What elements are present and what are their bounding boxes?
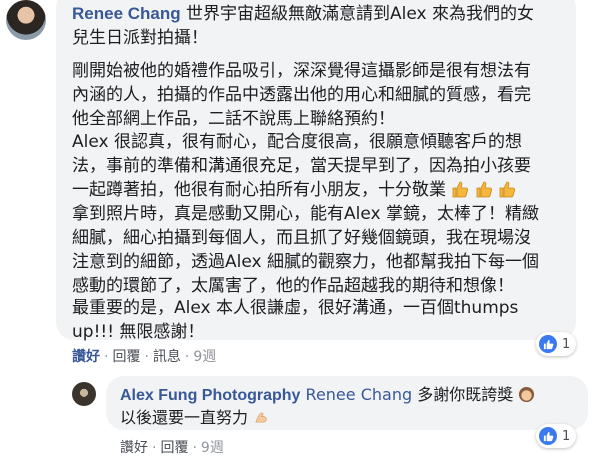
comment-paragraph: Renee Chang 世界宇宙超級無敵滿意請到Alex 來為我們的女 兒生日派… [72,4,535,48]
like-reaction-icon [539,335,557,353]
thumbs-up-emoji [451,180,474,200]
reaction-count[interactable]: 1 [536,332,577,356]
avatar[interactable] [6,0,46,40]
like-button[interactable]: 讚好 [72,349,100,365]
reply-text: Alex Fung Photography Renee Chang 多謝你既誇獎… [120,384,535,429]
flexed-biceps-emoji [253,408,270,427]
mention-link[interactable]: Renee Chang [306,385,413,404]
thumbs-up-emoji [498,180,516,200]
like-reaction-icon [539,427,557,445]
message-button[interactable]: 訊息 [153,349,181,365]
reaction-count[interactable]: 1 [536,424,577,448]
timestamp[interactable]: 9週 [193,349,216,365]
thumbs-up-emoji [475,180,498,200]
reply-button[interactable]: 回覆 [112,349,140,365]
comment-actions: 讚好 · 回覆 · 訊息 · 9週 [72,349,217,365]
comment-paragraph: Alex 很認真，很有耐心，配合度很高，很願意傾聽客戶的想 法，事前的準備和溝通… [72,132,531,200]
avatar[interactable] [72,382,96,406]
reply-actions: 讚好 · 回覆 · 9週 [120,440,224,456]
comment-paragraph: 拿到照片時，真是感動又開心，能有Alex 掌鏡，太棒了！精緻 細膩，細心拍攝到每… [72,204,539,296]
reply-author[interactable]: Alex Fung Photography [120,387,300,404]
comment-paragraph: 最重要的是，Alex 本人很謙虛，很好溝通，一百個thumps up!!! 無限… [72,298,519,342]
woman-emoji [518,385,535,404]
comment-paragraph: 剛開始被他的婚禮作品吸引，深深覺得這攝影師是很有想法有 內涵的人，拍攝的作品中透… [72,61,531,129]
comment-author[interactable]: Renee Chang [72,4,181,23]
